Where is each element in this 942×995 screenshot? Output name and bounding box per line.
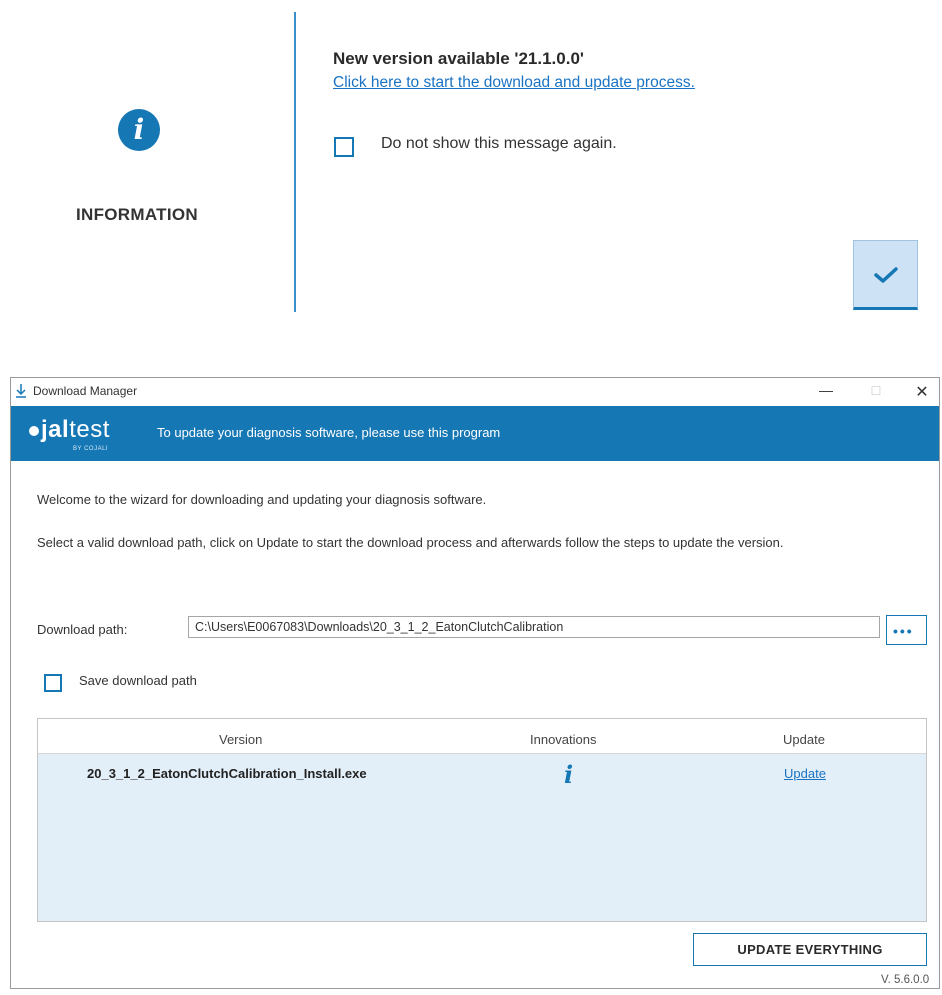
window-title: Download Manager [33, 384, 138, 398]
app-version: V. 5.6.0.0 [881, 974, 930, 986]
minimize-button[interactable]: — [811, 382, 841, 398]
do-not-show-label: Do not show this message again. [381, 135, 617, 152]
column-header-innovations[interactable]: Innovations [530, 732, 597, 747]
jaltest-logo: jaltest [41, 416, 110, 443]
instructions-text: Select a valid download path, click on U… [37, 535, 784, 550]
table-body: 20_3_1_2_EatonClutchCalibration_Install.… [38, 754, 926, 921]
checkmark-icon [874, 267, 898, 283]
header-banner: jaltest BY COJALI To update your diagnos… [11, 406, 939, 461]
update-everything-button[interactable]: UPDATE EVERYTHING [693, 933, 927, 966]
versions-table: Version Innovations Update 20_3_1_2_Eato… [37, 718, 927, 922]
do-not-show-checkbox[interactable] [334, 137, 354, 157]
logo-subtitle: BY COJALI [73, 446, 109, 452]
download-manager-window: Download Manager — ☐ ✕ jaltest BY COJALI… [10, 377, 940, 989]
save-path-label: Save download path [79, 673, 197, 688]
close-button[interactable]: ✕ [907, 382, 937, 402]
title-bar: Download Manager — ☐ ✕ [11, 378, 939, 406]
download-path-input[interactable] [188, 616, 880, 638]
download-arrow-icon [16, 384, 26, 398]
column-header-update[interactable]: Update [783, 732, 825, 747]
row-update-link[interactable]: Update [784, 766, 826, 781]
row-version-filename: 20_3_1_2_EatonClutchCalibration_Install.… [87, 766, 367, 781]
info-icon[interactable]: i [564, 760, 573, 789]
welcome-text: Welcome to the wizard for downloading an… [37, 492, 487, 507]
information-label: INFORMATION [76, 205, 198, 224]
dialog-divider [294, 12, 296, 312]
table-header: Version Innovations Update [38, 719, 926, 754]
logo-dot [29, 426, 39, 436]
info-icon: i [118, 109, 160, 151]
ellipsis-icon: ••• [893, 623, 914, 639]
browse-button[interactable]: ••• [886, 615, 927, 645]
download-path-label: Download path: [37, 622, 128, 637]
start-update-link[interactable]: Click here to start the download and upd… [333, 74, 695, 92]
save-path-checkbox[interactable] [44, 674, 62, 692]
banner-text: To update your diagnosis software, pleas… [157, 425, 501, 440]
ok-button[interactable] [853, 240, 918, 310]
information-dialog: i INFORMATION New version available '21.… [0, 0, 942, 335]
new-version-title: New version available '21.1.0.0' [333, 49, 584, 68]
maximize-button[interactable]: ☐ [861, 384, 891, 398]
column-header-version[interactable]: Version [219, 732, 262, 747]
